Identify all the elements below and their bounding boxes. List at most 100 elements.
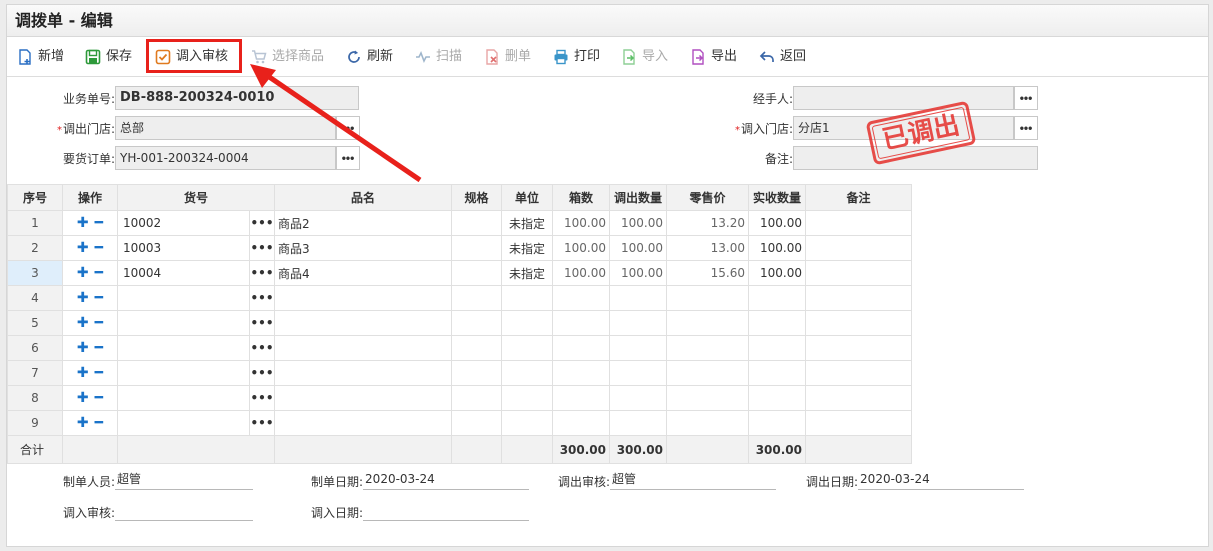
recv-qty-cell[interactable] (748, 385, 806, 411)
select-goods-button[interactable]: 选择商品 (251, 45, 324, 69)
unit-cell[interactable] (501, 385, 553, 411)
unit-cell[interactable] (501, 360, 553, 386)
recv-qty-cell[interactable]: 100.00 (748, 235, 806, 261)
in-date-value[interactable] (363, 501, 530, 521)
boxes-cell[interactable]: 100.00 (552, 210, 610, 236)
name-cell[interactable] (274, 410, 452, 436)
handler-more-button[interactable]: ••• (1014, 86, 1038, 110)
unit-cell[interactable] (501, 310, 553, 336)
in-store-more-button[interactable]: ••• (1014, 116, 1038, 140)
out-qty-cell[interactable]: 100.00 (609, 260, 667, 286)
remove-row-icon[interactable]: ━ (95, 290, 103, 306)
unit-cell[interactable]: 未指定 (501, 235, 553, 261)
name-cell[interactable] (274, 310, 452, 336)
price-cell[interactable] (666, 285, 749, 311)
save-button[interactable]: 保存 (85, 45, 132, 69)
add-row-icon[interactable]: ✚ (77, 340, 89, 356)
export-button[interactable]: 导出 (690, 45, 737, 69)
boxes-cell[interactable] (552, 285, 610, 311)
unit-cell[interactable] (501, 285, 553, 311)
new-button[interactable]: 新增 (17, 45, 64, 69)
recv-qty-cell[interactable]: 100.00 (748, 210, 806, 236)
audit-in-button[interactable]: 调入审核 (155, 45, 228, 69)
table-row[interactable]: 3 ✚ ━ 10004 ••• 商品4 未指定 100.00 100.00 15.60 100.00 (7, 260, 912, 286)
remove-row-icon[interactable]: ━ (95, 365, 103, 381)
code-more-button[interactable]: ••• (249, 386, 274, 410)
remove-row-icon[interactable]: ━ (95, 215, 103, 231)
code-cell[interactable]: 10002 ••• (117, 210, 275, 236)
code-more-button[interactable]: ••• (249, 336, 274, 360)
order-field[interactable]: YH-001-200324-0004 (115, 146, 336, 170)
spec-cell[interactable] (451, 210, 502, 236)
code-cell[interactable]: ••• (117, 360, 275, 386)
remark-cell[interactable] (805, 410, 912, 436)
boxes-cell[interactable] (552, 385, 610, 411)
table-row[interactable]: 1 ✚ ━ 10002 ••• 商品2 未指定 100.00 100.00 13.20 100.00 (7, 210, 912, 236)
code-cell[interactable]: ••• (117, 335, 275, 361)
boxes-cell[interactable] (552, 410, 610, 436)
code-more-button[interactable]: ••• (249, 261, 274, 285)
out-qty-cell[interactable] (609, 335, 667, 361)
unit-cell[interactable] (501, 335, 553, 361)
code-more-button[interactable]: ••• (249, 311, 274, 335)
out-qty-cell[interactable]: 100.00 (609, 210, 667, 236)
spec-cell[interactable] (451, 360, 502, 386)
name-cell[interactable]: 商品3 (274, 235, 452, 261)
remove-row-icon[interactable]: ━ (95, 340, 103, 356)
out-qty-cell[interactable]: 100.00 (609, 235, 667, 261)
add-row-icon[interactable]: ✚ (77, 290, 89, 306)
price-cell[interactable]: 13.20 (666, 210, 749, 236)
delete-button[interactable]: 删单 (484, 45, 531, 69)
remark-cell[interactable] (805, 285, 912, 311)
price-cell[interactable] (666, 410, 749, 436)
doc-no-field[interactable]: DB-888-200324-0010 (115, 86, 359, 110)
add-row-icon[interactable]: ✚ (77, 365, 89, 381)
remark-cell[interactable] (805, 310, 912, 336)
remark-cell[interactable] (805, 210, 912, 236)
remark-cell[interactable] (805, 335, 912, 361)
spec-cell[interactable] (451, 385, 502, 411)
remove-row-icon[interactable]: ━ (95, 315, 103, 331)
remark-cell[interactable] (805, 360, 912, 386)
order-more-button[interactable]: ••• (336, 146, 360, 170)
make-date-value[interactable]: 2020-03-24 (363, 470, 530, 490)
table-row[interactable]: 9 ✚ ━ ••• (7, 410, 912, 436)
recv-qty-cell[interactable]: 100.00 (748, 260, 806, 286)
remove-row-icon[interactable]: ━ (95, 390, 103, 406)
in-audit-value[interactable] (115, 501, 254, 521)
price-cell[interactable] (666, 335, 749, 361)
price-cell[interactable]: 13.00 (666, 235, 749, 261)
code-cell[interactable]: ••• (117, 385, 275, 411)
name-cell[interactable] (274, 335, 452, 361)
table-row[interactable]: 4 ✚ ━ ••• (7, 285, 912, 311)
spec-cell[interactable] (451, 310, 502, 336)
refresh-button[interactable]: 刷新 (346, 45, 393, 69)
spec-cell[interactable] (451, 285, 502, 311)
handler-field[interactable] (793, 86, 1014, 110)
out-qty-cell[interactable] (609, 385, 667, 411)
recv-qty-cell[interactable] (748, 360, 806, 386)
out-qty-cell[interactable] (609, 410, 667, 436)
out-store-more-button[interactable]: ••• (336, 116, 360, 140)
add-row-icon[interactable]: ✚ (77, 315, 89, 331)
out-qty-cell[interactable] (609, 310, 667, 336)
recv-qty-cell[interactable] (748, 310, 806, 336)
code-cell[interactable]: ••• (117, 310, 275, 336)
table-row[interactable]: 6 ✚ ━ ••• (7, 335, 912, 361)
scan-button[interactable]: 扫描 (415, 45, 462, 69)
spec-cell[interactable] (451, 335, 502, 361)
out-audit-value[interactable]: 超管 (610, 470, 777, 490)
unit-cell[interactable]: 未指定 (501, 210, 553, 236)
unit-cell[interactable]: 未指定 (501, 260, 553, 286)
recv-qty-cell[interactable] (748, 335, 806, 361)
out-store-field[interactable]: 总部 (115, 116, 336, 140)
spec-cell[interactable] (451, 235, 502, 261)
table-row[interactable]: 7 ✚ ━ ••• (7, 360, 912, 386)
name-cell[interactable]: 商品2 (274, 210, 452, 236)
remark-cell[interactable] (805, 385, 912, 411)
add-row-icon[interactable]: ✚ (77, 390, 89, 406)
out-date-value[interactable]: 2020-03-24 (858, 470, 1025, 490)
code-more-button[interactable]: ••• (249, 361, 274, 385)
price-cell[interactable] (666, 385, 749, 411)
add-row-icon[interactable]: ✚ (77, 265, 89, 281)
